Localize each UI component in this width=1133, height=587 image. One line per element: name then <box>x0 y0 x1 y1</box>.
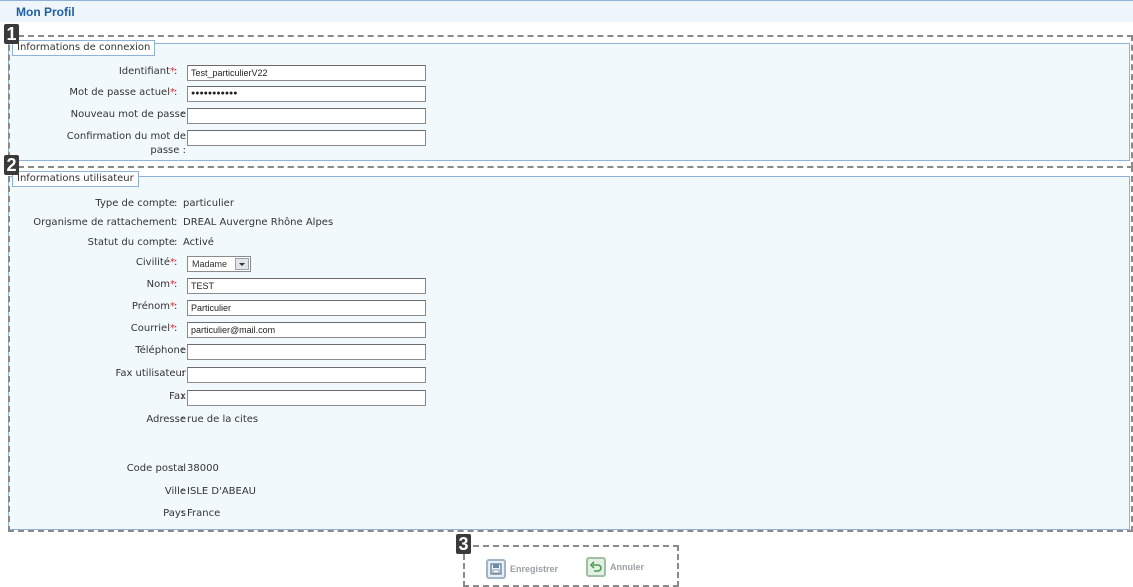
save-icon <box>486 559 506 579</box>
cancel-label: Annuler <box>610 562 645 572</box>
annotation-box-1 <box>8 35 1133 168</box>
page-title: Mon Profil <box>16 5 75 19</box>
annotation-box-2 <box>8 166 1133 532</box>
annotation-marker-2: 2 <box>4 155 19 175</box>
save-label: Enregistrer <box>510 564 559 574</box>
annotation-marker-1: 1 <box>4 24 19 44</box>
page-title-bar: Mon Profil <box>0 0 1133 22</box>
save-button[interactable]: Enregistrer <box>486 557 558 581</box>
annotation-marker-3: 3 <box>456 534 471 554</box>
undo-icon <box>586 557 606 577</box>
cancel-button[interactable]: Annuler <box>586 555 644 579</box>
